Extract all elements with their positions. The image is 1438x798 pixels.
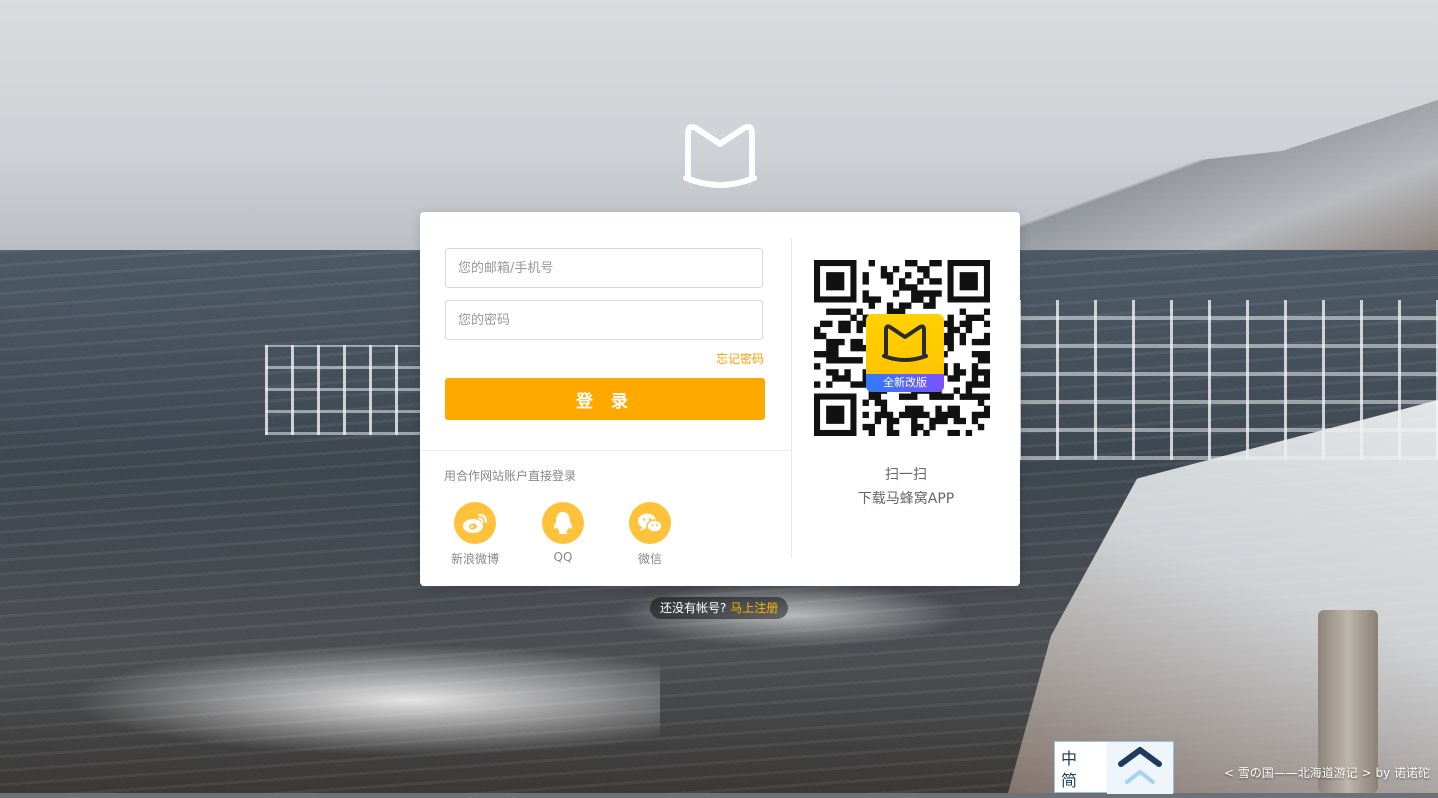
- mafengwo-logo: [682, 120, 758, 188]
- qq-login-button[interactable]: QQ: [528, 502, 598, 564]
- wechat-login-button[interactable]: 微信: [615, 502, 685, 567]
- mafengwo-app-icon: [882, 324, 928, 362]
- weibo-label: 新浪微博: [450, 552, 499, 566]
- language-switcher[interactable]: 中 简: [1054, 741, 1174, 794]
- login-form: 忘记密码 登 录 用合作网站账户直接登录 新浪微博 Q: [420, 212, 790, 586]
- download-app-label: 下载马蜂窝APP: [857, 491, 955, 507]
- forgot-password-link[interactable]: 忘记密码: [716, 350, 764, 367]
- email-input[interactable]: [445, 248, 763, 288]
- partner-login-title: 用合作网站账户直接登录: [444, 469, 577, 483]
- photo-caption[interactable]: < 雪の国——北海道游记 > by 诺诺砣: [1224, 764, 1430, 781]
- register-link[interactable]: 马上注册: [730, 601, 778, 615]
- login-button[interactable]: 登 录: [445, 378, 765, 420]
- weibo-login-button[interactable]: 新浪微博: [440, 502, 510, 567]
- scroll-top-icon[interactable]: [1107, 742, 1173, 794]
- new-version-label: 全新改版: [866, 374, 944, 392]
- login-card: 忘记密码 登 录 用合作网站账户直接登录 新浪微博 Q: [420, 212, 1020, 586]
- qq-label: QQ: [553, 550, 573, 564]
- register-pill: 还没有帐号? 马上注册: [650, 597, 789, 619]
- password-input[interactable]: [445, 300, 763, 340]
- language-line-1: 中: [1061, 749, 1078, 768]
- divider: [420, 450, 790, 451]
- weibo-icon: [454, 502, 496, 544]
- scan-label: 扫一扫: [885, 467, 927, 483]
- wechat-icon: [629, 502, 671, 544]
- app-logo-badge: 全新改版: [866, 314, 944, 392]
- wechat-label: 微信: [637, 552, 662, 566]
- app-download-panel: 全新改版 扫一扫 下载马蜂窝APP: [792, 212, 1020, 586]
- language-line-2: 简: [1061, 771, 1078, 790]
- qq-icon: [542, 502, 584, 544]
- register-prompt: 还没有帐号?: [660, 601, 727, 615]
